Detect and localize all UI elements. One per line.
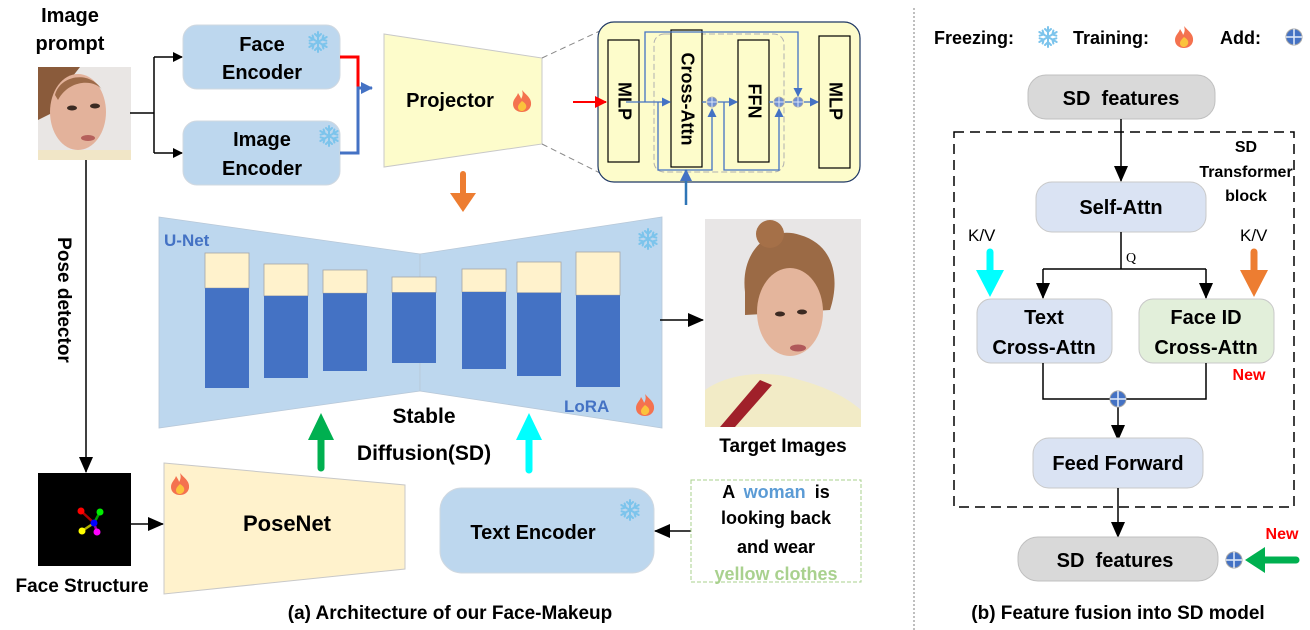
text-encoder-box: Text Encoder [439,487,655,574]
add-icon [773,96,785,108]
prompt-line-4: yellow clothes [714,564,837,584]
lora-label: LoRA [564,397,609,416]
transformer-label-3: block [1225,188,1267,205]
text-cross-attn-label-2: Cross-Attn [992,337,1095,359]
image-encoder-label: Image [233,129,291,151]
unet-layer-top [461,268,507,293]
sd-features-bottom-label: SD features [1057,550,1174,572]
unet-label: U-Net [164,231,210,250]
add-circle-icon [1109,390,1127,408]
prompt-word-is: is [815,482,830,502]
caption-b: (b) Feature fusion into SD model [971,603,1264,624]
self-attn-box: Self-Attn [1035,181,1207,233]
mlp-in-label: MLP [614,82,634,120]
transformer-label-2: Transformer [1199,164,1292,181]
projector-label: Projector [406,90,494,112]
face-id-cross-attn-label-2: Cross-Attn [1154,337,1257,359]
transformer-label-1: SD [1235,139,1257,156]
unet-layer-top [322,269,368,294]
text-encoder-label: Text Encoder [470,522,595,544]
prompt-word-woman: woman [743,482,806,502]
legend-training-label: Training: [1073,28,1149,48]
stable-diffusion-label-2: Diffusion(SD) [357,442,491,465]
legend-add-label: Add: [1220,28,1261,48]
fire-icon [1175,26,1194,48]
unet-layer-bottom [392,292,436,363]
unet-layer-top [516,261,562,294]
image-prompt-label: Image [41,5,99,27]
unet-layer-bottom [323,293,367,371]
face-structure-image [38,473,131,566]
posenet-block: PoseNet [163,462,406,595]
projector-detail-panel: MLP Cross-Attn FFN MLP [573,21,861,205]
cyan-up-arrow [516,413,542,474]
projector-block: Projector [383,33,543,168]
image-prompt-photo [38,67,131,160]
sd-features-top-label: SD features [1063,88,1180,110]
unet-block: U-Net LoRA [158,216,663,429]
architecture-diagram: Image prompt Face Encoder Image Encoder [15,5,1303,630]
legend: Freezing: Training: Add: [934,26,1303,48]
ffn-label: FFN [744,84,764,119]
new-badge-bottom: New [1266,526,1299,543]
kv-left-label: K/V [968,226,996,245]
target-images-label: Target Images [719,436,846,457]
unet-layer-top [263,263,309,297]
prompt-line-2: looking back [721,508,832,528]
add-icon [792,96,804,108]
sd-features-bottom: SD features [1017,536,1219,582]
add-circle-icon [1285,28,1303,46]
green-up-arrow [308,413,334,472]
image-encoder-label-2: Encoder [222,158,302,180]
caption-a: (a) Architecture of our Face-Makeup [288,603,612,624]
orange-kv-arrow [1240,248,1268,297]
unet-layer-top [391,276,437,293]
q-label: Q [1126,251,1136,266]
encoders-to-projector-connector [340,55,373,155]
green-new-arrow [1245,547,1300,573]
text-prompt-box: A woman is looking back and wear yellow … [690,479,862,584]
unet-layer-bottom [576,295,620,387]
kv-right-label: K/V [1240,226,1268,245]
mlp-out-label: MLP [825,82,845,120]
cyan-kv-arrow [976,248,1004,297]
face-encoder-box: Face Encoder [182,24,341,90]
target-image-photo [705,219,861,427]
self-attn-label: Self-Attn [1079,197,1162,219]
unet-layer-top [575,251,621,296]
prompt-line-3: and wear [737,537,815,557]
q-split-connector [1036,232,1213,299]
text-cross-attn-label: Text [1024,307,1064,329]
text-cross-attn-box: Text Cross-Attn [976,298,1113,364]
unet-layer-bottom [517,292,561,376]
feed-forward-label: Feed Forward [1052,453,1183,475]
stable-diffusion-label: Stable [392,405,455,428]
unet-layer-bottom [462,292,506,369]
face-id-cross-attn-label: Face ID [1170,307,1241,329]
sd-features-top: SD features [1027,74,1216,120]
cross-attn-label: Cross-Attn [677,53,697,146]
orange-arrow [450,171,476,212]
add-icon [706,96,718,108]
posenet-label: PoseNet [243,511,332,536]
snowflake-icon [1038,26,1058,48]
unet-layer-bottom [264,295,308,378]
unet-layer-bottom [205,288,249,388]
image-encoder-box: Image Encoder [182,120,341,186]
image-to-encoders-connector [130,52,183,158]
new-badge-face-id: New [1233,367,1266,384]
face-id-cross-attn-box: Face ID Cross-Attn [1138,298,1275,364]
pose-detector-label: Pose detector [53,237,74,363]
unet-layer-top [204,252,250,289]
face-encoder-label: Face [239,34,285,56]
add-circle-icon [1225,551,1243,569]
image-prompt-label-2: prompt [36,33,105,55]
legend-freezing-label: Freezing: [934,28,1014,48]
face-structure-label: Face Structure [15,576,148,597]
prompt-word-a: A [722,482,735,502]
feed-forward-box: Feed Forward [1032,437,1204,489]
face-encoder-label-2: Encoder [222,62,302,84]
